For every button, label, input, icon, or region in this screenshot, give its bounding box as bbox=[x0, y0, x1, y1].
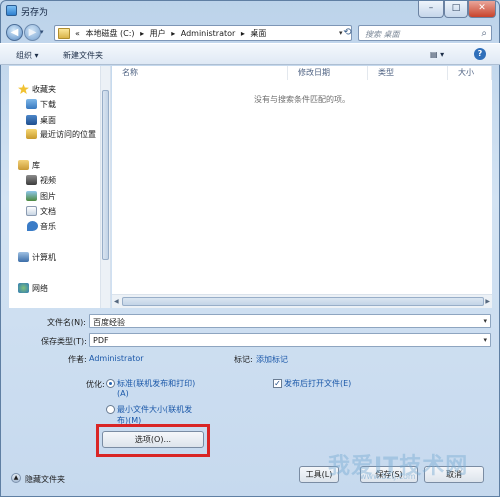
sidebar-item-network[interactable]: 网络 bbox=[32, 283, 48, 294]
sidebar-item-libraries[interactable]: 库 bbox=[32, 160, 40, 171]
breadcrumb-administrator[interactable]: Administrator bbox=[181, 29, 236, 38]
scroll-left-icon[interactable]: ◀ bbox=[114, 298, 119, 305]
view-options-button[interactable]: ▤ ▾ bbox=[430, 50, 444, 59]
breadcrumb-desktop[interactable]: 桌面 bbox=[250, 29, 266, 38]
open-after-publish-checkbox[interactable]: ✓ bbox=[273, 379, 282, 388]
sidebar-item-recent[interactable]: 最近访问的位置 bbox=[40, 129, 96, 140]
filename-value: 百度经验 bbox=[93, 318, 125, 327]
library-icon bbox=[18, 160, 29, 170]
filename-label: 文件名(N): bbox=[47, 318, 86, 327]
author-value[interactable]: Administrator bbox=[89, 354, 144, 363]
refresh-icon[interactable]: ⟲ bbox=[340, 25, 355, 41]
search-input[interactable]: 搜索 桌面 ⌕ bbox=[358, 25, 492, 41]
sidebar-item-documents[interactable]: 文档 bbox=[40, 206, 56, 217]
search-placeholder: 搜索 桌面 bbox=[365, 30, 400, 39]
scrollbar-thumb[interactable] bbox=[102, 90, 109, 260]
music-icon bbox=[27, 221, 38, 231]
tags-label: 标记: bbox=[234, 355, 253, 364]
chevron-down-icon[interactable]: ▾ bbox=[483, 317, 487, 325]
breadcrumb-separator[interactable]: ▸ bbox=[140, 29, 144, 38]
column-name[interactable]: 名称 bbox=[112, 66, 288, 80]
highlight-box bbox=[96, 424, 210, 457]
breadcrumb: « 本地磁盘 (C:) ▸ 用户 ▸ Administrator ▸ 桌面 bbox=[75, 28, 269, 39]
forward-button[interactable]: ▶ bbox=[24, 24, 41, 41]
minimize-button[interactable]: – bbox=[418, 1, 444, 18]
star-icon bbox=[18, 84, 29, 94]
desktop-icon bbox=[26, 115, 37, 125]
recent-places-icon bbox=[26, 129, 37, 139]
optimize-label: 优化: bbox=[86, 380, 105, 389]
sidebar-item-downloads[interactable]: 下载 bbox=[40, 99, 56, 110]
empty-message: 没有与搜索条件匹配的项。 bbox=[254, 95, 350, 104]
sidebar-item-favorites[interactable]: 收藏夹 bbox=[32, 84, 56, 95]
computer-icon bbox=[18, 252, 29, 262]
file-list: 名称 修改日期 类型 大小 没有与搜索条件匹配的项。 bbox=[112, 66, 492, 308]
network-icon bbox=[18, 283, 29, 293]
optimize-minimum-label[interactable]: 最小文件大小(联机发 bbox=[117, 404, 192, 415]
breadcrumb-separator[interactable]: ▸ bbox=[171, 29, 175, 38]
column-type[interactable]: 类型 bbox=[368, 66, 448, 80]
breadcrumb-separator[interactable]: ▸ bbox=[241, 29, 245, 38]
new-folder-button[interactable]: 新建文件夹 bbox=[63, 50, 103, 61]
app-icon bbox=[6, 5, 17, 16]
watermark-url: www.52ij.com bbox=[360, 472, 416, 481]
filetype-label: 保存类型(T): bbox=[41, 337, 87, 346]
column-date-modified[interactable]: 修改日期 bbox=[288, 66, 368, 80]
window-title: 另存为 bbox=[21, 8, 49, 18]
download-icon bbox=[26, 99, 37, 109]
chevron-up-icon[interactable]: ▲ bbox=[11, 473, 21, 483]
folder-icon bbox=[58, 28, 70, 39]
documents-icon bbox=[26, 206, 37, 216]
sidebar-item-desktop[interactable]: 桌面 bbox=[40, 115, 56, 126]
maximize-button[interactable]: □ bbox=[444, 1, 468, 18]
column-size[interactable]: 大小 bbox=[448, 66, 492, 80]
sidebar-item-pictures[interactable]: 图片 bbox=[40, 191, 56, 202]
filename-field[interactable]: 百度经验 ▾ bbox=[89, 314, 491, 328]
title-bar: 另存为 – □ ✕ bbox=[0, 0, 500, 22]
filetype-select[interactable]: PDF ▾ bbox=[89, 333, 491, 347]
help-icon[interactable]: ? bbox=[474, 48, 486, 60]
breadcrumb-drive[interactable]: 本地磁盘 (C:) bbox=[85, 29, 134, 38]
author-label: 作者: bbox=[68, 355, 87, 364]
optimize-standard-radio[interactable] bbox=[106, 379, 115, 388]
command-toolbar: 组织 ▾ 新建文件夹 ▤ ▾ ? bbox=[0, 43, 500, 65]
optimize-minimum-radio[interactable] bbox=[106, 405, 115, 414]
organize-button[interactable]: 组织 ▾ bbox=[16, 50, 39, 61]
sidebar-item-videos[interactable]: 视频 bbox=[40, 175, 56, 186]
chevron-down-icon[interactable]: ▾ bbox=[483, 336, 487, 344]
breadcrumb-users[interactable]: 用户 bbox=[150, 29, 166, 38]
address-bar[interactable]: « 本地磁盘 (C:) ▸ 用户 ▸ Administrator ▸ 桌面 ▾ bbox=[54, 25, 352, 41]
back-button[interactable]: ◀ bbox=[6, 24, 23, 41]
video-icon bbox=[26, 175, 37, 185]
scroll-right-icon[interactable]: ▶ bbox=[485, 298, 490, 305]
hide-folders-button[interactable]: 隐藏文件夹 bbox=[25, 474, 65, 485]
filetype-value: PDF bbox=[93, 336, 109, 345]
search-icon: ⌕ bbox=[481, 28, 487, 39]
open-after-publish-label[interactable]: 发布后打开文件(E) bbox=[284, 378, 351, 389]
sidebar-item-music[interactable]: 音乐 bbox=[40, 221, 56, 232]
horizontal-scrollbar[interactable]: ◀ ▶ bbox=[112, 294, 492, 308]
pictures-icon bbox=[26, 191, 37, 201]
navigation-pane: 收藏夹 下载 桌面 最近访问的位置 库 视频 图片 文档 音乐 计算机 网络 bbox=[9, 66, 111, 308]
scrollbar-thumb[interactable] bbox=[122, 297, 484, 306]
close-button[interactable]: ✕ bbox=[468, 1, 496, 18]
recent-pages-dropdown[interactable]: ▾ bbox=[40, 28, 44, 36]
add-tags-link[interactable]: 添加标记 bbox=[256, 354, 288, 365]
optimize-standard-key[interactable]: (A) bbox=[117, 389, 129, 398]
navigation-bar: ◀ ▶ ▾ « 本地磁盘 (C:) ▸ 用户 ▸ Administrator ▸… bbox=[0, 22, 500, 42]
sidebar-item-computer[interactable]: 计算机 bbox=[32, 252, 56, 263]
sidebar-scrollbar[interactable] bbox=[100, 66, 110, 308]
optimize-standard-label[interactable]: 标准(联机发布和打印) bbox=[117, 378, 195, 389]
breadcrumb-overflow[interactable]: « bbox=[75, 29, 80, 38]
